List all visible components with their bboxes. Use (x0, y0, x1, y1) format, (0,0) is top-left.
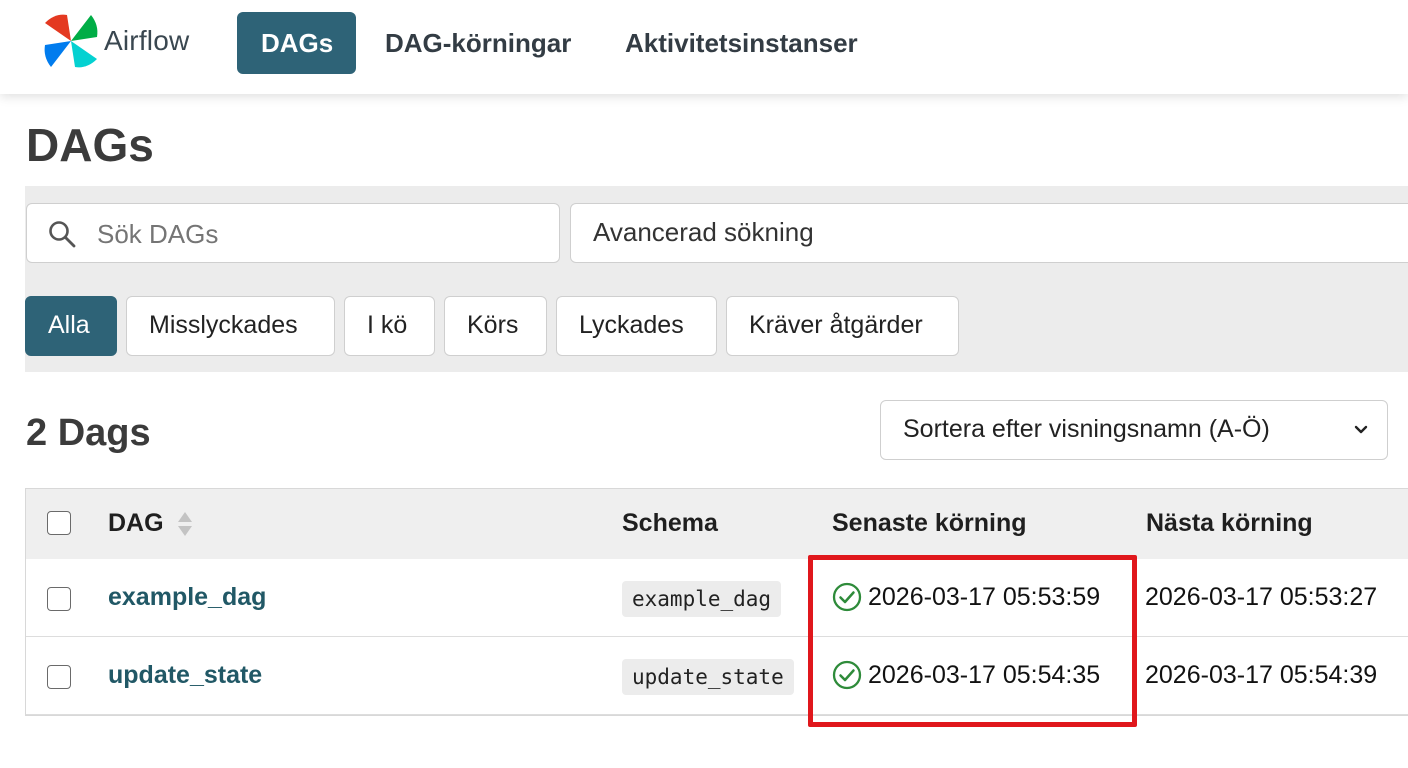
check-circle-icon (832, 582, 862, 612)
row-checkbox[interactable] (47, 665, 71, 689)
sort-select-value: Sortera efter visningsnamn (A-Ö) (903, 415, 1270, 443)
next-run-time: 2026-03-17 05:54:39 (1145, 661, 1378, 689)
last-run-time: 2026-03-17 05:54:35 (868, 661, 1101, 689)
filter-queued[interactable]: I kö (344, 296, 435, 356)
search-icon (49, 221, 76, 248)
airflow-logo-icon[interactable] (40, 11, 102, 71)
sort-select[interactable]: Sortera efter visningsnamn (A-Ö) (880, 400, 1388, 460)
page-title: DAGs (26, 119, 154, 171)
column-header-schedule: Schema (622, 509, 718, 537)
select-all-checkbox[interactable] (47, 511, 71, 535)
row-checkbox[interactable] (47, 587, 71, 611)
column-header-dag[interactable]: DAG (108, 509, 164, 538)
advanced-search-input[interactable]: Avancerad sökning (570, 203, 1408, 263)
dags-table: DAG Schema Senaste körning Nästa körning… (25, 488, 1408, 716)
last-run-time: 2026-03-17 05:53:59 (868, 583, 1101, 611)
column-header-next-run: Nästa körning (1146, 509, 1313, 537)
search-box[interactable] (26, 203, 560, 263)
airflow-dags-page: Airflow DAGs DAG-körningar Aktivitetsins… (0, 0, 1408, 768)
check-circle-icon (832, 660, 862, 690)
nav-dags[interactable]: DAGs (237, 12, 356, 74)
sort-arrows-icon[interactable] (176, 509, 194, 539)
dag-link[interactable]: update_state (108, 661, 262, 690)
search-input[interactable] (95, 214, 539, 254)
nav-dag-runs[interactable]: DAG-körningar (361, 12, 595, 74)
next-run-time: 2026-03-17 05:53:27 (1145, 583, 1378, 611)
filter-failed[interactable]: Misslyckades (126, 296, 335, 356)
dag-count: 2 Dags (26, 412, 151, 454)
dag-link[interactable]: example_dag (108, 583, 266, 612)
filter-running[interactable]: Körs (444, 296, 547, 356)
filter-needs-action[interactable]: Kräver åtgärder (726, 296, 959, 356)
filter-all[interactable]: Alla (25, 296, 117, 356)
schedule-tag: example_dag (622, 581, 782, 617)
top-navbar: Airflow DAGs DAG-körningar Aktivitetsins… (0, 0, 1408, 94)
brand-name[interactable]: Airflow (104, 25, 189, 57)
chevron-down-icon (1354, 425, 1368, 434)
column-header-last-run: Senaste körning (832, 509, 1027, 537)
table-header: DAG Schema Senaste körning Nästa körning (26, 489, 1408, 561)
schedule-tag: update_state (622, 659, 794, 695)
filter-success[interactable]: Lyckades (556, 296, 717, 356)
table-row: example_dag example_dag 2026-03-17 05:53… (26, 559, 1408, 637)
table-row: update_state update_state 2026-03-17 05:… (26, 637, 1408, 715)
nav-task-instances[interactable]: Aktivitetsinstanser (601, 12, 882, 74)
